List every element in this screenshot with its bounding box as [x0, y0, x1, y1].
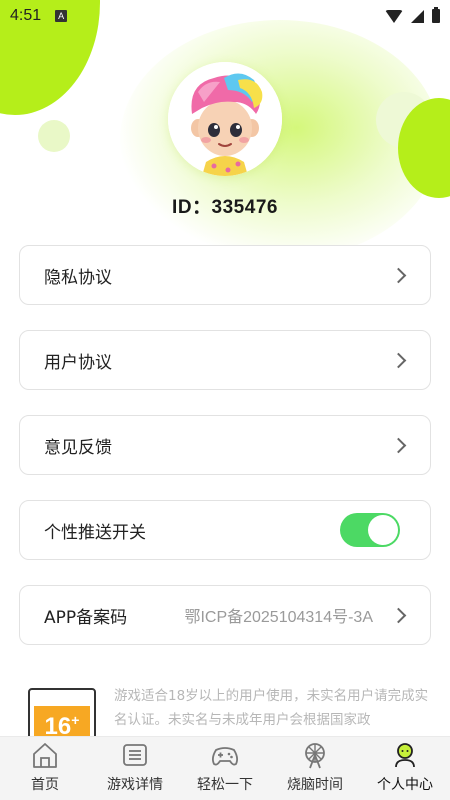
tab-label: 个人中心	[377, 777, 433, 793]
battery-icon	[432, 7, 440, 23]
menu-label-user-agreement: 用户协议	[44, 352, 112, 373]
tab-home[interactable]: 首页	[0, 737, 90, 800]
chevron-right-icon	[390, 607, 407, 623]
signal-icon	[411, 9, 424, 23]
profile-icon	[395, 743, 415, 768]
tab-game-details[interactable]: 游戏详情	[90, 737, 180, 800]
toggle-knob	[368, 515, 398, 545]
tab-label: 游戏详情	[107, 777, 163, 793]
tab-brain-time[interactable]: 烧脑时间	[270, 737, 360, 800]
menu-label-feedback: 意见反馈	[44, 437, 112, 458]
tab-label: 首页	[31, 777, 59, 793]
status-time: 4:51	[10, 7, 42, 24]
chevron-right-icon	[390, 437, 407, 453]
bottom-tab-bar: 首页 游戏详情 轻松一下 烧脑时间 个人中心	[0, 736, 450, 800]
avatar-character-icon	[168, 62, 282, 176]
ferris-wheel-icon	[305, 743, 325, 769]
menu-item-privacy[interactable]: 隐私协议	[19, 245, 431, 305]
menu-item-push-toggle: 个性推送开关	[19, 500, 431, 560]
gamepad-icon	[211, 747, 239, 766]
decor-circle-small	[38, 120, 70, 152]
wifi-icon	[385, 9, 403, 23]
age-notice-text: 游戏适合18岁以上的用户使用，未实名用户请完成实名认证。未实名与未成年用户会根据…	[114, 688, 429, 728]
user-id: ID：335476	[172, 197, 278, 218]
app-filing-number: 鄂ICP备2025104314号-3A	[184, 609, 373, 626]
menu-item-feedback[interactable]: 意见反馈	[19, 415, 431, 475]
notification-a-icon: A	[55, 10, 68, 22]
chevron-right-icon	[390, 267, 407, 283]
menu-item-user-agreement[interactable]: 用户协议	[19, 330, 431, 390]
tab-relax[interactable]: 轻松一下	[180, 737, 270, 800]
menu-label-privacy: 隐私协议	[44, 267, 112, 288]
tab-label: 轻松一下	[197, 777, 253, 793]
game-details-icon	[123, 744, 147, 766]
chevron-right-icon	[390, 352, 407, 368]
menu-item-app-filing[interactable]: APP备案码 鄂ICP备2025104314号-3A	[19, 585, 431, 645]
menu-label-push-toggle: 个性推送开关	[44, 522, 146, 543]
home-icon	[33, 743, 57, 768]
menu-label-app-filing: APP备案码	[44, 607, 128, 628]
avatar[interactable]	[168, 62, 282, 176]
status-bar: 4:51 A	[0, 0, 450, 32]
tab-label: 烧脑时间	[287, 777, 343, 793]
tab-profile[interactable]: 个人中心	[360, 737, 450, 800]
push-toggle-switch[interactable]	[340, 513, 400, 547]
